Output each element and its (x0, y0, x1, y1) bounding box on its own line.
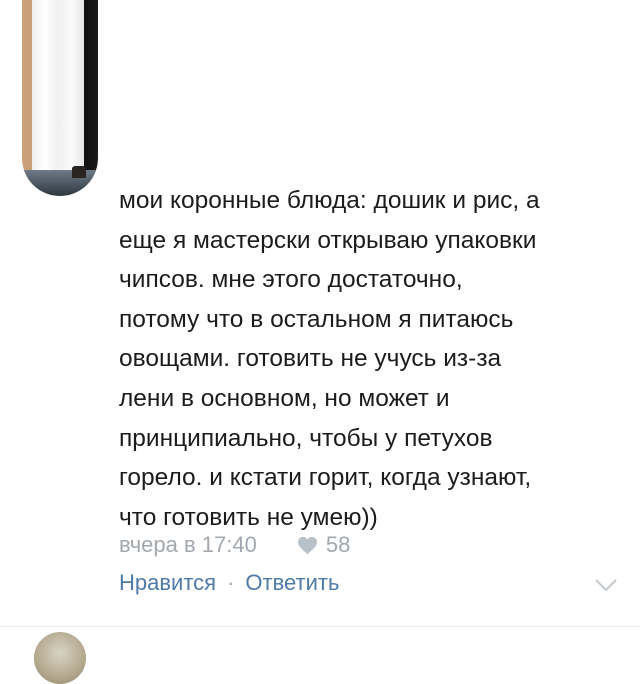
comment-text: мои коронные блюда: дошик и рис, а еще я… (119, 187, 540, 531)
comment-actions: Нравится · Ответить (119, 567, 339, 599)
avatar-photo-figure (72, 166, 86, 178)
chevron-down-icon[interactable] (594, 578, 618, 592)
likes-counter[interactable]: 58 (297, 532, 350, 558)
heart-icon (297, 536, 317, 554)
likes-count: 58 (325, 532, 351, 557)
comment-divider (0, 626, 640, 627)
comment-timestamp[interactable]: вчера в 17:40 (119, 532, 257, 558)
avatar[interactable] (22, 0, 98, 196)
avatar-photo-ground (22, 170, 98, 196)
comment-meta: вчера в 17:40 58 (119, 530, 350, 560)
like-button[interactable]: Нравится (119, 570, 216, 596)
actions-separator: · (227, 570, 235, 595)
reply-button[interactable]: Ответить (245, 570, 339, 596)
